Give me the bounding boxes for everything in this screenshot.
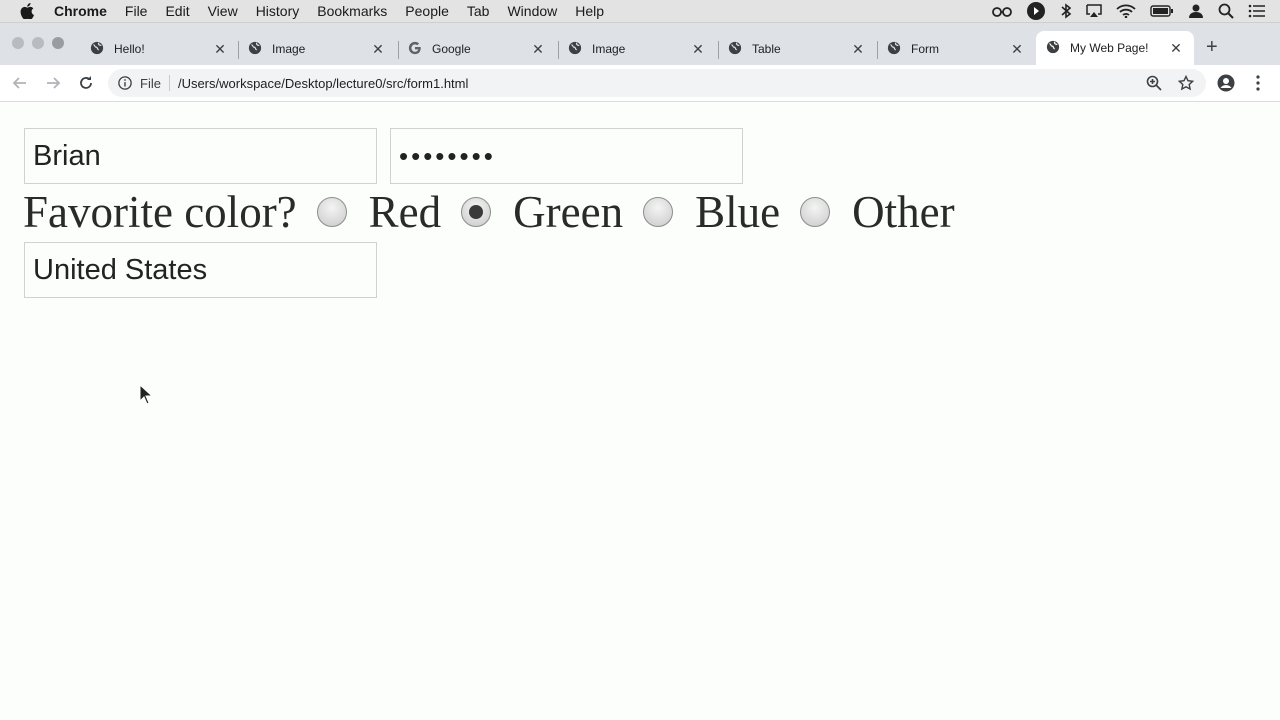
reload-button[interactable] <box>76 73 96 93</box>
more-vert-icon <box>1256 75 1260 91</box>
close-tab-icon[interactable]: ✕ <box>690 41 706 57</box>
tab-image[interactable]: Image ✕ <box>238 33 396 65</box>
url-text[interactable]: /Users/workspace/Desktop/lecture0/src/fo… <box>178 76 468 91</box>
new-tab-button[interactable]: + <box>1206 37 1218 57</box>
close-tab-icon[interactable]: ✕ <box>212 41 228 57</box>
menu-bar: Chrome File Edit View History Bookmarks … <box>0 0 1280 23</box>
back-button[interactable] <box>10 73 30 93</box>
notification-center-icon[interactable] <box>1248 4 1266 18</box>
globe-icon <box>248 41 262 58</box>
tab-title: Google <box>432 42 471 56</box>
address-bar[interactable]: File /Users/workspace/Desktop/lecture0/s… <box>108 69 1206 97</box>
reload-icon <box>80 76 92 89</box>
radio-label-green: Green <box>513 187 624 237</box>
close-tab-icon[interactable]: ✕ <box>1009 41 1025 57</box>
close-tab-icon[interactable]: ✕ <box>530 41 546 57</box>
favorite-color-label: Favorite color? <box>23 187 297 237</box>
play-circle-icon[interactable] <box>1026 1 1046 21</box>
tab-image-2[interactable]: Image ✕ <box>558 33 716 65</box>
radio-blue[interactable] <box>643 197 674 227</box>
browser-toolbar: File /Users/workspace/Desktop/lecture0/s… <box>0 65 1280 102</box>
menu-file[interactable]: File <box>125 3 148 19</box>
close-window-button[interactable] <box>12 37 24 49</box>
bluetooth-icon[interactable] <box>1060 3 1072 19</box>
tab-hello[interactable]: Hello! ✕ <box>80 33 238 65</box>
close-tab-icon[interactable]: ✕ <box>1168 40 1184 56</box>
apple-icon[interactable] <box>20 3 36 19</box>
globe-icon <box>568 41 582 58</box>
spotlight-icon[interactable] <box>1218 3 1234 19</box>
arrow-right-icon <box>47 77 61 89</box>
favorite-color-group: Favorite color? Red Green Blue Other <box>23 184 955 240</box>
menu-bookmarks[interactable]: Bookmarks <box>317 3 387 19</box>
country-input[interactable] <box>24 242 377 298</box>
tab-title: Image <box>592 42 626 56</box>
radio-label-other: Other <box>852 187 955 237</box>
menu-tab[interactable]: Tab <box>467 3 490 19</box>
menu-window[interactable]: Window <box>507 3 557 19</box>
globe-icon <box>728 41 742 58</box>
chrome-menu-button[interactable] <box>1248 73 1268 93</box>
menu-help[interactable]: Help <box>575 3 604 19</box>
site-info-chip[interactable]: File <box>108 75 170 91</box>
minimize-window-button[interactable] <box>32 37 44 49</box>
status-area <box>992 0 1280 22</box>
forward-button[interactable] <box>43 73 63 93</box>
profile-button[interactable] <box>1216 73 1236 93</box>
mouse-cursor-icon <box>139 383 154 411</box>
info-icon <box>118 76 132 90</box>
tab-my-web-page[interactable]: My Web Page! ✕ <box>1036 31 1194 65</box>
star-icon <box>1178 75 1194 91</box>
menu-edit[interactable]: Edit <box>165 3 189 19</box>
radio-red[interactable] <box>316 197 347 227</box>
account-icon <box>1217 74 1235 92</box>
file-label: File <box>140 75 161 91</box>
radio-label-red: Red <box>368 187 442 237</box>
wifi-icon[interactable] <box>1116 4 1136 18</box>
radio-label-blue: Blue <box>695 187 781 237</box>
tab-title: My Web Page! <box>1070 41 1149 55</box>
tab-strip: Hello! ✕ Image ✕ Google ✕ Image ✕ Table … <box>0 23 1280 65</box>
user-icon[interactable] <box>1188 3 1204 19</box>
menu-chrome[interactable]: Chrome <box>54 3 107 19</box>
zoom-button[interactable] <box>1144 73 1164 93</box>
tab-table[interactable]: Table ✕ <box>718 33 876 65</box>
tab-title: Image <box>272 42 306 56</box>
tab-google[interactable]: Google ✕ <box>398 33 556 65</box>
arrow-left-icon <box>12 77 26 89</box>
close-tab-icon[interactable]: ✕ <box>370 41 386 57</box>
password-input[interactable] <box>390 128 743 184</box>
tab-title: Table <box>752 42 781 56</box>
zoom-window-button[interactable] <box>52 37 64 49</box>
tab-title: Form <box>911 42 939 56</box>
radio-green[interactable] <box>461 197 492 227</box>
battery-icon[interactable] <box>1150 5 1174 17</box>
zoom-icon <box>1146 75 1162 91</box>
radio-other[interactable] <box>800 197 831 227</box>
tab-title: Hello! <box>114 42 145 56</box>
tab-form[interactable]: Form ✕ <box>877 33 1035 65</box>
globe-icon <box>1046 40 1060 57</box>
glasses-icon[interactable] <box>992 5 1012 17</box>
globe-icon <box>90 41 104 58</box>
menu-history[interactable]: History <box>256 3 300 19</box>
menu-people[interactable]: People <box>405 3 449 19</box>
name-input[interactable] <box>24 128 377 184</box>
airplay-icon[interactable] <box>1086 4 1102 18</box>
google-icon <box>408 41 422 58</box>
globe-icon <box>887 41 901 58</box>
bookmark-button[interactable] <box>1176 73 1196 93</box>
close-tab-icon[interactable]: ✕ <box>850 41 866 57</box>
menu-view[interactable]: View <box>208 3 238 19</box>
